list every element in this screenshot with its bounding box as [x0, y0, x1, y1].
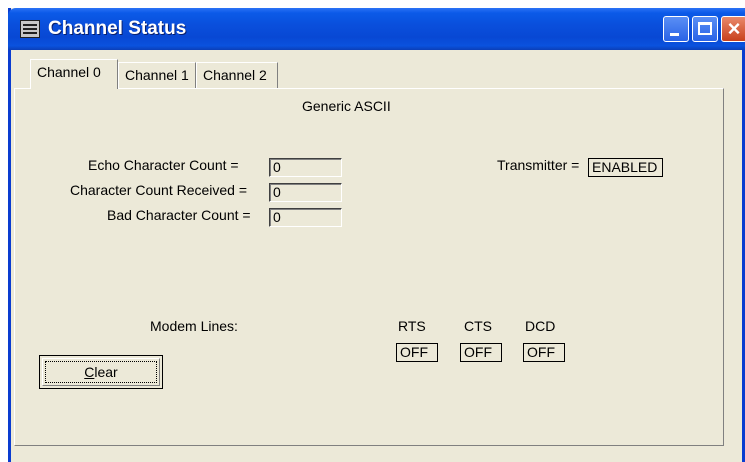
close-button[interactable]: ×	[721, 16, 745, 42]
title-bar[interactable]: Channel Status ×	[8, 8, 745, 50]
received-count-field: 0	[269, 183, 342, 202]
clear-button[interactable]: Clear	[39, 355, 163, 389]
cts-field: OFF	[460, 343, 502, 362]
minimize-button[interactable]	[663, 16, 689, 42]
received-count-label: Character Count Received =	[70, 182, 248, 198]
clear-label: lear	[94, 364, 118, 380]
app-icon[interactable]	[20, 20, 40, 38]
maximize-button[interactable]	[692, 16, 718, 42]
bad-count-label: Bad Character Count =	[107, 207, 251, 223]
rts-label: RTS	[398, 318, 426, 334]
transmitter-label: Transmitter =	[497, 157, 580, 173]
mode-label: Generic ASCII	[302, 98, 391, 114]
echo-count-field: 0	[269, 158, 342, 177]
dcd-field: OFF	[523, 343, 565, 362]
transmitter-field: ENABLED	[588, 158, 663, 177]
bad-count-field: 0	[269, 208, 342, 227]
rts-field: OFF	[396, 343, 438, 362]
tab-channel-2[interactable]: Channel 2	[196, 62, 278, 88]
dcd-label: DCD	[525, 318, 556, 334]
minimize-icon	[670, 33, 679, 36]
tab-label: Channel 2	[203, 67, 267, 83]
tab-label: Channel 1	[125, 67, 189, 83]
window-title: Channel Status	[48, 18, 187, 39]
maximize-icon	[698, 22, 712, 35]
tab-panel	[14, 88, 724, 446]
tab-channel-1[interactable]: Channel 1	[118, 62, 196, 88]
echo-count-label: Echo Character Count =	[88, 157, 239, 173]
close-icon: ×	[727, 16, 741, 41]
modem-lines-label: Modem Lines:	[150, 318, 238, 334]
tab-channel-0[interactable]: Channel 0	[30, 59, 118, 89]
clear-mnemonic: C	[84, 364, 95, 380]
cts-label: CTS	[464, 318, 492, 334]
tab-label: Channel 0	[37, 64, 101, 80]
